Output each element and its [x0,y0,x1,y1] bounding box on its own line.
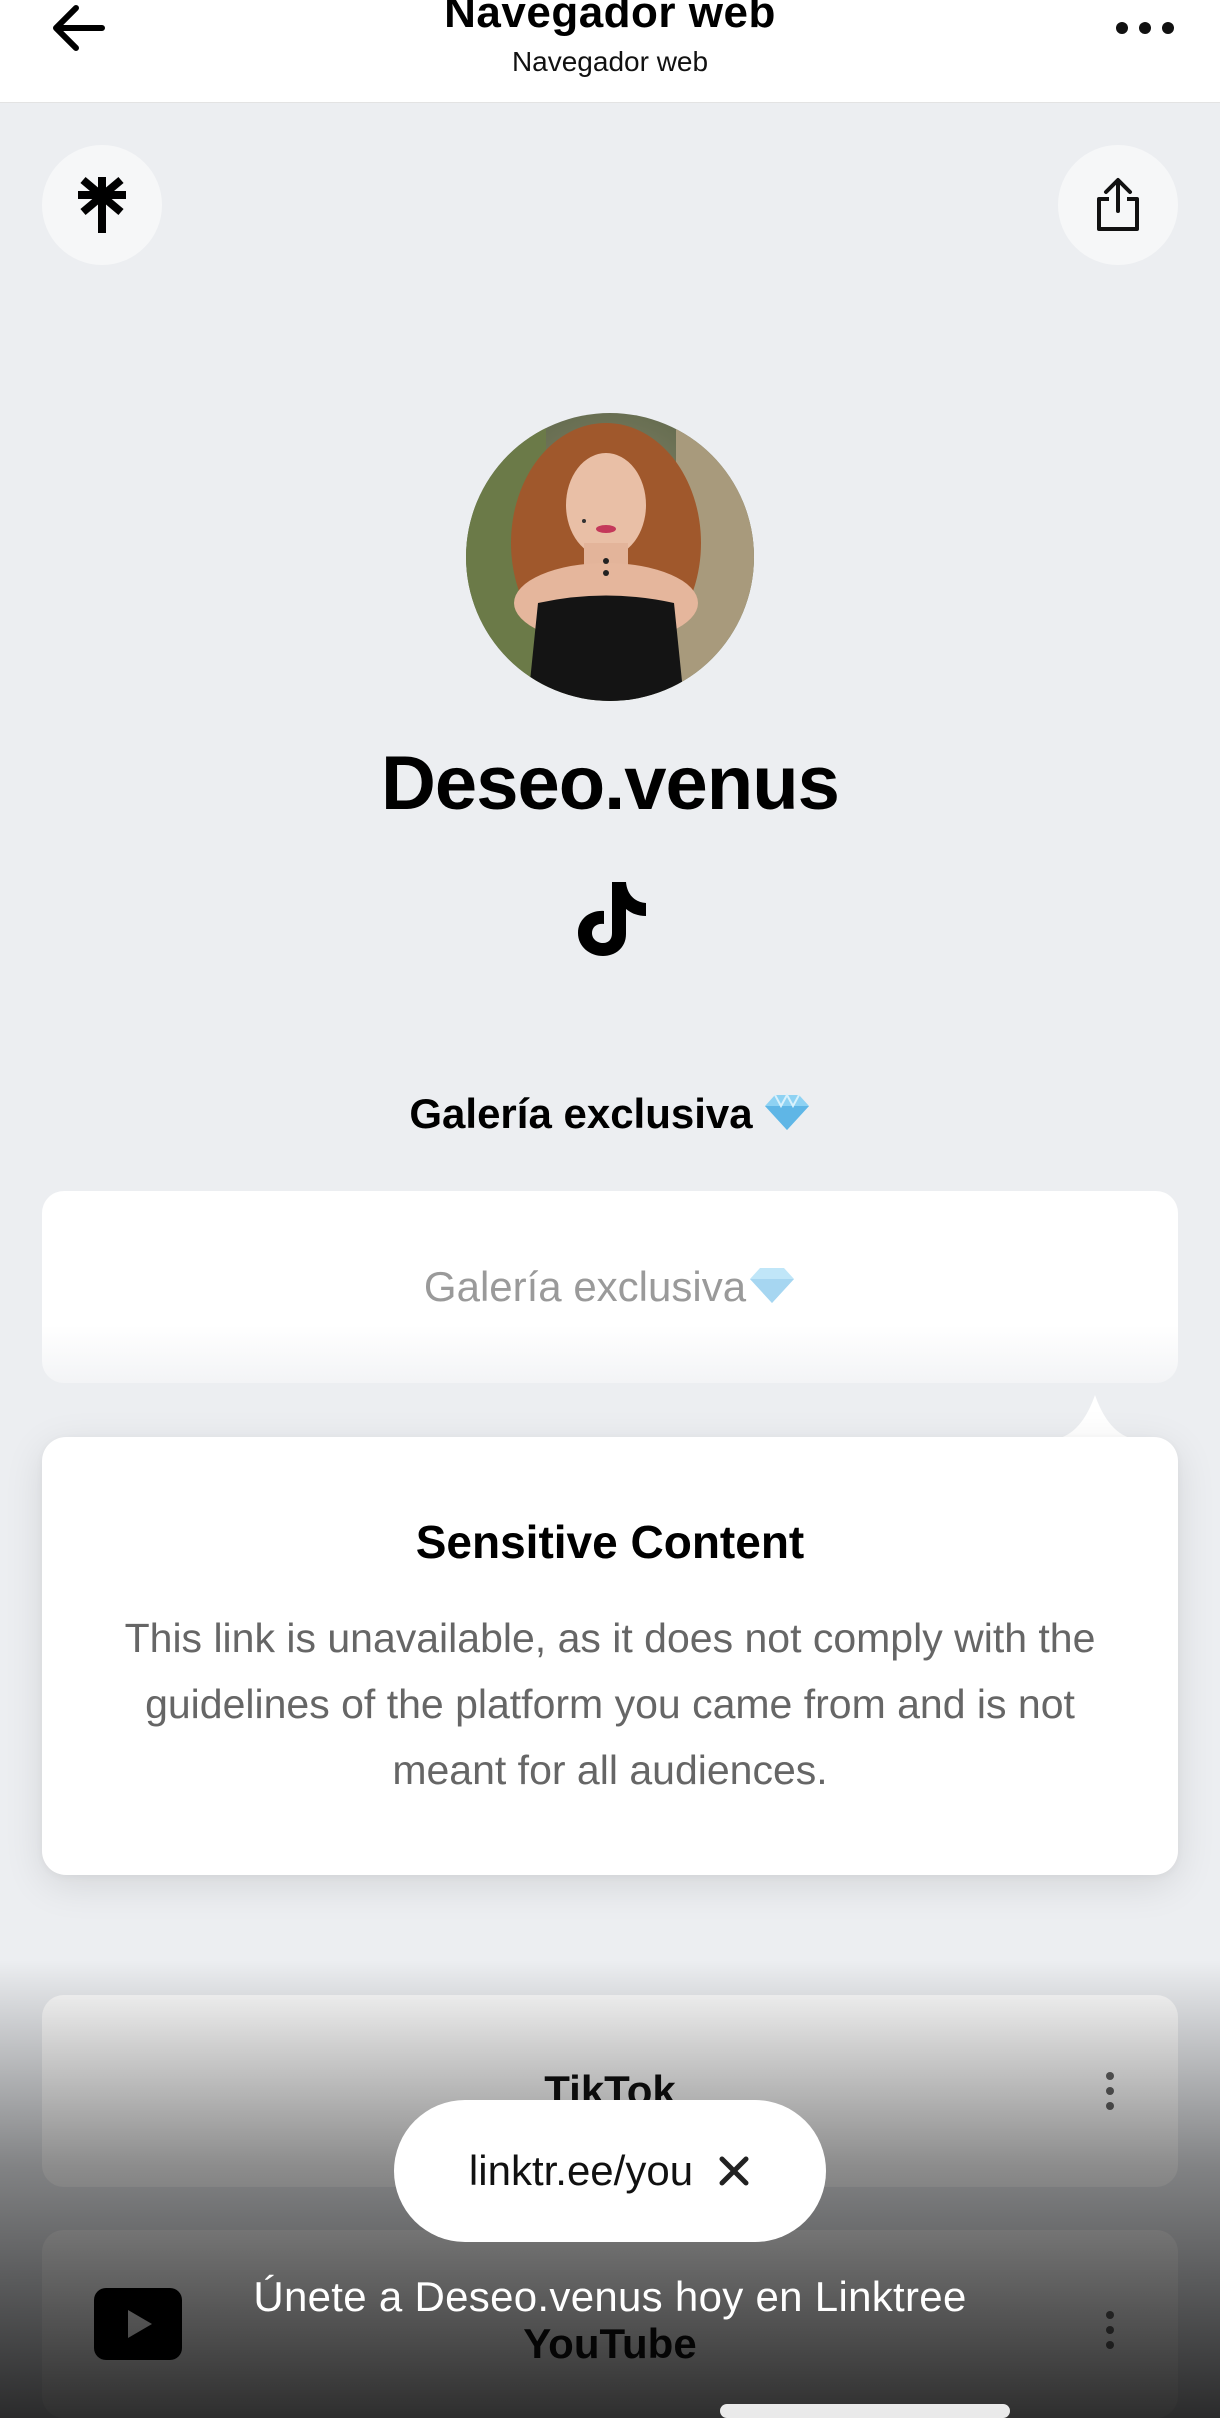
profile-name: Deseo.venus [381,741,840,826]
linktree-url-text: linktr.ee/you [468,2147,694,2194]
section-title-text: Galería exclusiva [409,1090,753,1137]
tiktok-link-options-icon[interactable] [1104,2071,1116,2111]
gallery-link-label: Galería exclusiva [423,1263,747,1310]
linktree-asterisk-icon [78,176,126,233]
browser-top-bar: Navegador web Navegador web [0,0,1220,103]
linktree-url-pill[interactable]: linktr.ee/you [394,2100,826,2242]
share-button[interactable] [1058,145,1178,265]
tiktok-social-icon[interactable] [570,876,650,960]
linktree-logo-button[interactable] [42,145,162,265]
youtube-link-card[interactable]: YouTube [42,2230,1178,2418]
popover-arrow [1050,1395,1140,1440]
section-title: Galería exclusiva [0,1090,1220,1142]
sensitive-content-title: Sensitive Content [415,1516,805,1568]
sensitive-content-body: This link is unavailable, as it does not… [124,1615,1096,1793]
join-linktree-text[interactable]: Únete a Deseo.venus hoy en Linktree [0,2273,1220,2321]
sensitive-content-popover: Sensitive Content This link is unavailab… [42,1437,1178,1875]
gem-icon [763,1092,811,1142]
browser-title: Navegador web [444,0,776,37]
youtube-link-label: YouTube [523,2320,697,2367]
profile-avatar [466,413,754,701]
gem-icon [748,1265,796,1310]
close-icon[interactable] [717,2154,751,2188]
home-indicator [720,2404,1010,2418]
gallery-link-card[interactable]: Galería exclusiva [42,1191,1178,1383]
share-icon [1097,178,1139,231]
browser-subtitle: Navegador web [511,46,709,77]
more-options-icon[interactable] [1110,14,1180,44]
